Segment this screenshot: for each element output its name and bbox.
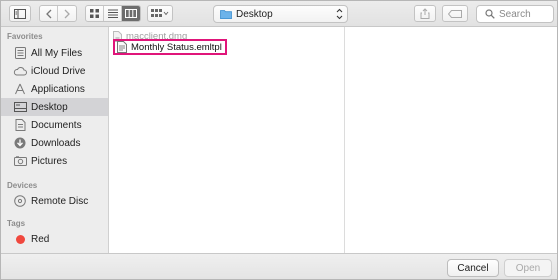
- sidebar-icon: [14, 8, 26, 19]
- empty-column: [346, 27, 557, 253]
- list-item-highlighted[interactable]: Monthly Status.emltpl: [113, 39, 227, 55]
- sidebar-item-icloud-drive[interactable]: iCloud Drive: [1, 62, 108, 80]
- sidebar-item-label: All My Files: [31, 47, 83, 59]
- file-name: Monthly Status.emltpl: [131, 41, 222, 53]
- share-button[interactable]: [414, 5, 436, 22]
- toolbar: Desktop Search: [1, 1, 557, 27]
- sidebar-item-label: Documents: [31, 119, 82, 131]
- file-column: macclient.dmg Monthly Status.emltpl: [109, 27, 345, 253]
- dialog-footer: Cancel Open: [1, 253, 557, 279]
- sidebar-item-desktop[interactable]: Desktop: [1, 98, 108, 116]
- tag-button[interactable]: [442, 5, 468, 22]
- sidebar-item-label: Desktop: [31, 101, 68, 113]
- location-popup[interactable]: Desktop: [213, 5, 348, 23]
- cloud-icon: [13, 64, 27, 78]
- back-button[interactable]: [40, 6, 58, 21]
- open-file-dialog: Desktop Search Favorites All My Files iC…: [0, 0, 558, 280]
- view-mode-control: [85, 5, 141, 22]
- tag-color-dot-icon: [13, 232, 27, 246]
- sidebar-item-downloads[interactable]: Downloads: [1, 134, 108, 152]
- share-icon: [420, 8, 430, 19]
- folder-icon: [220, 10, 232, 19]
- search-placeholder: Search: [499, 8, 531, 20]
- arrange-menu-button[interactable]: [147, 5, 173, 22]
- chevron-left-icon: [45, 9, 51, 18]
- sidebar-item-label: Red: [31, 233, 50, 245]
- sidebar-item-label: Applications: [31, 83, 85, 95]
- list-view-button[interactable]: [104, 6, 122, 21]
- tags-header: Tags: [7, 219, 26, 228]
- column-view-button[interactable]: [122, 6, 140, 21]
- sidebar-item-label: iCloud Drive: [31, 65, 86, 77]
- sidebar-item-applications[interactable]: Applications: [1, 80, 108, 98]
- sidebar: Favorites All My Files iCloud Drive Appl…: [1, 27, 109, 253]
- pictures-icon: [13, 154, 27, 168]
- tag-icon: [448, 9, 462, 18]
- search-icon: [485, 9, 495, 19]
- icon-view-button[interactable]: [86, 6, 104, 21]
- column-view-icon: [125, 9, 137, 18]
- disc-icon: [13, 194, 27, 208]
- sidebar-item-documents[interactable]: Documents: [1, 116, 108, 134]
- grid-view-icon: [90, 9, 99, 18]
- chevron-right-icon: [64, 9, 70, 18]
- sidebar-item-all-my-files[interactable]: All My Files: [1, 44, 108, 62]
- sidebar-item-pictures[interactable]: Pictures: [1, 152, 108, 170]
- template-file-icon: [117, 41, 127, 53]
- downloads-icon: [13, 136, 27, 150]
- cancel-button[interactable]: Cancel: [447, 259, 499, 277]
- arrange-grid-icon: [151, 9, 169, 17]
- sidebar-item-label: Remote Disc: [31, 195, 89, 207]
- all-files-icon: [13, 46, 27, 60]
- chevron-updown-icon: [336, 8, 343, 20]
- applications-icon: [13, 82, 27, 96]
- search-field[interactable]: Search: [476, 5, 554, 23]
- sidebar-item-label: Pictures: [31, 155, 68, 167]
- back-forward-control: [39, 5, 77, 22]
- list-view-icon: [107, 9, 118, 18]
- forward-button[interactable]: [58, 6, 76, 21]
- open-button[interactable]: Open: [504, 259, 552, 277]
- devices-header: Devices: [7, 181, 38, 190]
- desktop-icon: [13, 100, 27, 114]
- sidebar-toggle-button[interactable]: [9, 5, 31, 22]
- location-label: Desktop: [236, 8, 273, 20]
- sidebar-item-tag-red[interactable]: Red: [1, 230, 108, 248]
- favorites-header: Favorites: [7, 32, 43, 41]
- sidebar-item-remote-disc[interactable]: Remote Disc: [1, 192, 108, 210]
- sidebar-item-label: Downloads: [31, 137, 81, 149]
- documents-icon: [13, 118, 27, 132]
